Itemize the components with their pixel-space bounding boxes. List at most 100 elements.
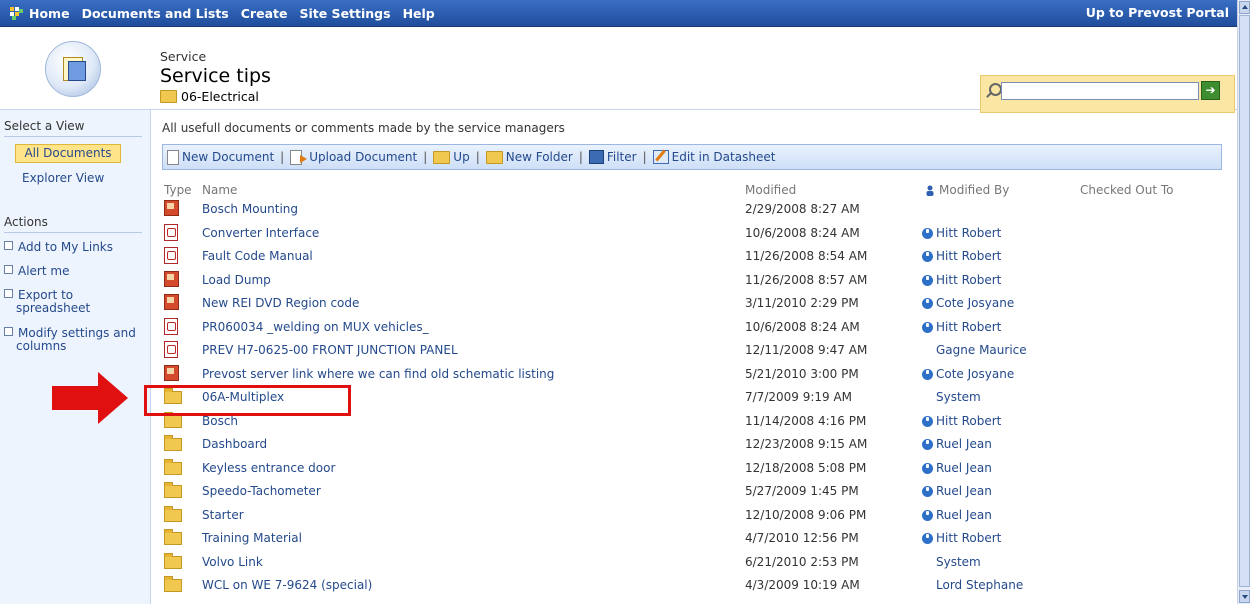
pdf-file-icon[interactable] <box>164 318 178 335</box>
user-name-link[interactable]: Hitt Robert <box>936 249 1001 263</box>
breadcrumb-site[interactable]: Service <box>160 49 206 64</box>
user-name-link[interactable]: Hitt Robert <box>936 531 1001 545</box>
row-name-link[interactable]: PR060034 _welding on MUX vehicles_ <box>202 320 429 334</box>
image-file-icon[interactable] <box>164 271 179 287</box>
column-header-type[interactable]: Type <box>164 183 192 197</box>
new-folder-button[interactable]: New Folder <box>485 150 573 164</box>
row-modified-by[interactable]: Hitt Robert <box>922 320 1001 334</box>
presence-icon[interactable] <box>922 321 933 333</box>
row-modified-by[interactable]: Cote Josyane <box>922 296 1014 310</box>
user-name-link[interactable]: Cote Josyane <box>936 367 1014 381</box>
folder-icon[interactable] <box>164 435 182 451</box>
row-name-link[interactable]: Training Material <box>202 531 302 545</box>
user-name-link[interactable]: Ruel Jean <box>936 461 992 475</box>
up-button[interactable]: Up <box>433 150 470 164</box>
user-name-link[interactable]: Gagne Maurice <box>936 343 1027 357</box>
row-name-link[interactable]: WCL on WE 7-9624 (special) <box>202 578 372 592</box>
column-header-name[interactable]: Name <box>202 183 237 197</box>
search-go-button[interactable]: ➔ <box>1201 81 1220 100</box>
nav-help[interactable]: Help <box>403 6 435 21</box>
folder-icon[interactable] <box>164 482 182 498</box>
scrollbar-thumb[interactable] <box>1239 15 1250 587</box>
view-explorer[interactable]: Explorer View <box>22 171 104 185</box>
presence-icon[interactable] <box>922 297 933 309</box>
row-name-link[interactable]: Starter <box>202 508 244 522</box>
image-file-icon[interactable] <box>164 294 179 310</box>
presence-icon[interactable] <box>922 485 933 497</box>
user-name-link[interactable]: Hitt Robert <box>936 414 1001 428</box>
nav-site-settings[interactable]: Site Settings <box>299 6 390 21</box>
user-name-link[interactable]: System <box>936 555 981 569</box>
pdf-file-icon[interactable] <box>164 341 178 358</box>
row-name-link[interactable]: Fault Code Manual <box>202 249 313 263</box>
row-modified-by[interactable]: Ruel Jean <box>922 437 992 451</box>
presence-icon[interactable] <box>922 227 933 239</box>
view-all-documents[interactable]: All Documents <box>15 144 121 163</box>
upload-document-button[interactable]: Upload Document <box>290 149 417 165</box>
row-modified-by[interactable]: Cote Josyane <box>922 367 1014 381</box>
folder-icon[interactable] <box>164 576 182 592</box>
nav-create[interactable]: Create <box>241 6 288 21</box>
pdf-file-icon[interactable] <box>164 224 178 241</box>
image-file-icon[interactable] <box>164 200 179 216</box>
row-name-link[interactable]: Prevost server link where we can find ol… <box>202 367 554 381</box>
user-name-link[interactable]: Hitt Robert <box>936 273 1001 287</box>
presence-icon[interactable] <box>922 532 933 544</box>
action-add-to-my-links[interactable]: Add to My Links <box>4 240 144 254</box>
user-name-link[interactable]: Hitt Robert <box>936 320 1001 334</box>
user-name-link[interactable]: Cote Josyane <box>936 296 1014 310</box>
search-input[interactable] <box>1001 82 1199 100</box>
row-name-link[interactable]: Volvo Link <box>202 555 263 569</box>
presence-icon[interactable] <box>922 438 933 450</box>
row-name-link[interactable]: Load Dump <box>202 273 271 287</box>
row-modified-by[interactable]: Hitt Robert <box>922 226 1001 240</box>
column-header-modified-by[interactable]: Modified By <box>925 183 1009 197</box>
row-modified-by[interactable]: Hitt Robert <box>922 273 1001 287</box>
row-name-link[interactable]: Converter Interface <box>202 226 319 240</box>
scroll-down-arrow-icon[interactable] <box>1239 590 1250 603</box>
row-name-link[interactable]: Bosch <box>202 414 238 428</box>
folder-icon[interactable] <box>164 553 182 569</box>
row-modified-by[interactable]: Ruel Jean <box>922 508 992 522</box>
up-to-portal-link[interactable]: Up to Prevost Portal <box>1086 0 1229 26</box>
folder-icon[interactable] <box>164 412 182 428</box>
folder-icon[interactable] <box>164 529 182 545</box>
column-header-modified[interactable]: Modified <box>745 183 796 197</box>
image-file-icon[interactable] <box>164 365 179 381</box>
new-document-button[interactable]: New Document <box>167 149 274 165</box>
row-modified-by[interactable]: Gagne Maurice <box>922 343 1027 357</box>
row-name-link[interactable]: Speedo-Tachometer <box>202 484 321 498</box>
vertical-scrollbar[interactable] <box>1237 0 1250 604</box>
presence-icon[interactable] <box>922 368 933 380</box>
row-modified-by[interactable]: Ruel Jean <box>922 484 992 498</box>
row-modified-by[interactable]: Ruel Jean <box>922 461 992 475</box>
row-modified-by[interactable]: Hitt Robert <box>922 531 1001 545</box>
presence-icon[interactable] <box>922 415 933 427</box>
user-name-link[interactable]: Hitt Robert <box>936 226 1001 240</box>
row-modified-by[interactable]: Hitt Robert <box>922 414 1001 428</box>
presence-icon[interactable] <box>922 462 933 474</box>
row-name-link[interactable]: PREV H7-0625-00 FRONT JUNCTION PANEL <box>202 343 458 357</box>
edit-in-datasheet-button[interactable]: Edit in Datasheet <box>652 150 775 164</box>
row-name-link[interactable]: New REI DVD Region code <box>202 296 359 310</box>
filter-button[interactable]: Filter <box>588 150 637 164</box>
row-name-link[interactable]: Keyless entrance door <box>202 461 335 475</box>
row-modified-by[interactable]: System <box>922 390 981 404</box>
user-name-link[interactable]: Lord Stephane <box>936 578 1023 592</box>
pdf-file-icon[interactable] <box>164 247 178 264</box>
row-modified-by[interactable]: Lord Stephane <box>922 578 1023 592</box>
row-name-link[interactable]: Dashboard <box>202 437 267 451</box>
action-alert-me[interactable]: Alert me <box>4 264 144 278</box>
action-export-to-spreadsheet[interactable]: Export to spreadsheet <box>4 289 120 315</box>
user-name-link[interactable]: System <box>936 390 981 404</box>
folder-icon[interactable] <box>164 459 182 475</box>
presence-icon[interactable] <box>922 250 933 262</box>
row-modified-by[interactable]: System <box>922 555 981 569</box>
user-name-link[interactable]: Ruel Jean <box>936 437 992 451</box>
scroll-up-arrow-icon[interactable] <box>1239 1 1250 14</box>
nav-documents-and-lists[interactable]: Documents and Lists <box>82 6 229 21</box>
user-name-link[interactable]: Ruel Jean <box>936 508 992 522</box>
folder-icon[interactable] <box>164 506 182 522</box>
action-modify-settings[interactable]: Modify settings and columns <box>4 327 144 353</box>
nav-home[interactable]: Home <box>29 6 70 21</box>
